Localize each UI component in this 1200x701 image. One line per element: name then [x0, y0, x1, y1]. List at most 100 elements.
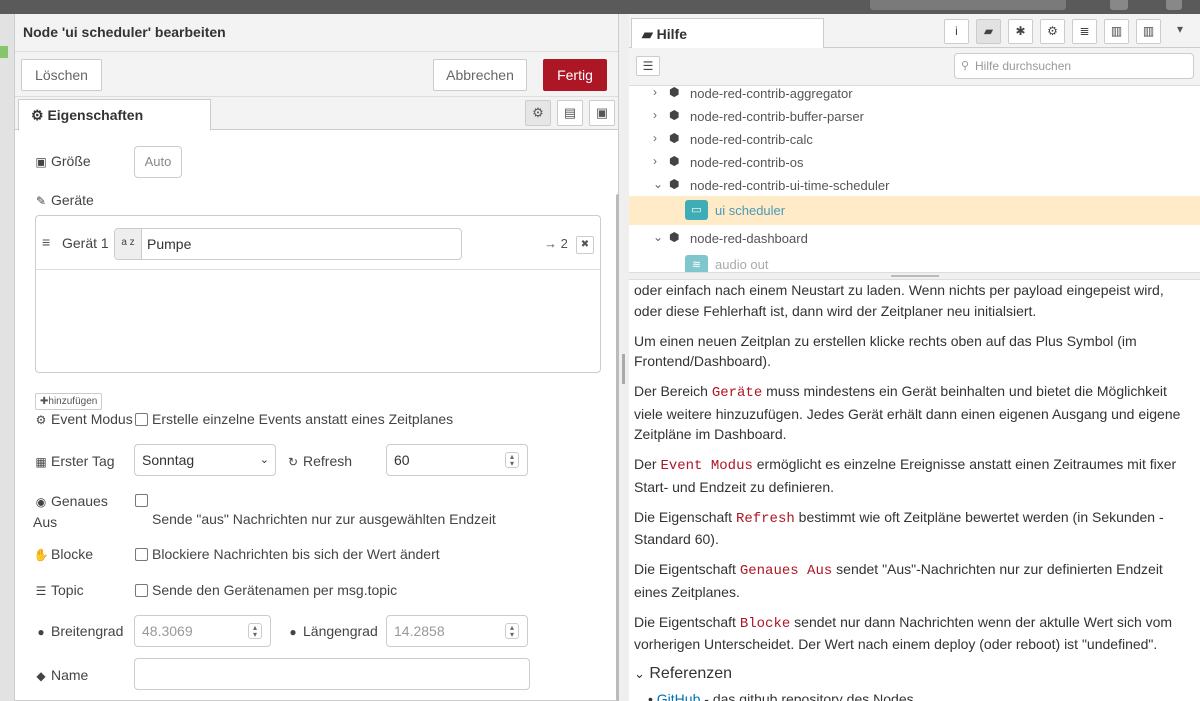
code-term: Blocke — [739, 615, 791, 632]
help-paragraph: Um einen neuen Zeitplan zu erstellen kli… — [634, 332, 1137, 370]
tasks-icon: ☰ — [35, 584, 47, 598]
top-bar-icon — [1166, 0, 1182, 10]
latitude-label: ● Breitengrad — [33, 623, 123, 639]
help-search-placeholder: Hilfe durchsuchen — [975, 59, 1072, 73]
calendar-icon: ▭ — [685, 200, 708, 220]
name-input[interactable] — [134, 658, 530, 690]
chevron-down-icon: ⌄ — [259, 454, 269, 466]
done-button[interactable]: Fertig — [543, 59, 607, 91]
audio-icon: ≋ — [685, 255, 708, 272]
add-device-button[interactable]: ✚hinzufügen — [35, 393, 103, 410]
github-link[interactable]: GitHub — [657, 691, 701, 701]
database-icon[interactable]: ≣ — [1072, 19, 1097, 44]
workspace-edge — [0, 14, 14, 701]
document-icon[interactable]: ▤ — [557, 100, 583, 126]
device-label: Gerät 1 — [62, 235, 109, 251]
block-checkbox[interactable] — [135, 548, 148, 561]
tree-item-label: node-red-contrib-buffer-parser — [690, 109, 864, 124]
name-label: ◆ Name — [33, 667, 88, 683]
chart-icon[interactable]: ▥ — [1104, 19, 1129, 44]
chevron-down-icon: ⌄ — [653, 177, 664, 191]
chevron-right-icon: › — [653, 108, 657, 122]
tree-item[interactable]: › ⬢ node-red-contrib-aggregator — [629, 86, 1200, 106]
refresh-icon: ↻ — [287, 455, 299, 469]
properties-form: ▣ Größe Auto ✎ Geräte ≡ Gerät 1 Pumpe a z … — [15, 131, 618, 701]
tag-icon: ◆ — [36, 669, 46, 683]
first-day-select[interactable]: Sonntag ⌄ — [134, 444, 276, 476]
chevron-down-icon: ⌄ — [653, 230, 664, 244]
block-option[interactable]: Blockiere Nachrichten bis sich der Wert … — [135, 546, 440, 562]
hand-icon: ✋ — [33, 548, 49, 562]
search-icon: ⚲ — [961, 60, 970, 72]
tray-title: Node 'ui scheduler' bearbeiten — [15, 14, 618, 52]
topic-option[interactable]: Sende den Gerätenamen per msg.topic — [135, 582, 397, 598]
type-az-icon[interactable]: a z — [115, 229, 142, 259]
longitude-input[interactable]: 14.2858 ▴ ▾ — [386, 615, 528, 647]
event-mode-option[interactable]: Erstelle einzelne Events anstatt eines Z… — [135, 411, 453, 427]
delete-button[interactable]: Löschen — [21, 59, 102, 91]
help-search-input[interactable]: ⚲ Hilfe durchsuchen — [954, 53, 1194, 79]
drag-handle-icon[interactable]: ≡ — [42, 234, 50, 250]
spinner-icon[interactable]: ▴ ▾ — [505, 452, 519, 468]
tab-help[interactable]: ▰ Hilfe — [631, 18, 824, 49]
tray-toolbar: Löschen Abbrechen Fertig — [15, 52, 618, 97]
spinner-icon[interactable]: ▴ ▾ — [505, 623, 519, 639]
list-icon[interactable]: ☰ — [636, 56, 660, 76]
device-name-input[interactable]: Pumpe — [114, 228, 462, 260]
code-term: Geräte — [711, 385, 763, 401]
sidebar-resize-handle[interactable] — [619, 14, 629, 701]
package-icon: ⬢ — [669, 177, 680, 191]
tree-item[interactable]: › ⬢ node-red-contrib-buffer-parser — [629, 106, 1200, 129]
exact-off-text: Sende "aus" Nachrichten nur zur ausgewäh… — [152, 511, 496, 527]
event-mode-checkbox[interactable] — [135, 413, 148, 426]
tree-item[interactable]: ≋ audio out — [629, 251, 1200, 272]
top-bar-tab — [870, 0, 1066, 10]
help-splitter[interactable] — [629, 272, 1200, 280]
top-bar-icon — [1110, 0, 1128, 10]
tree-item[interactable]: › ⬢ node-red-contrib-os — [629, 152, 1200, 175]
spinner-icon[interactable]: ▴ ▾ — [248, 623, 262, 639]
tree-item[interactable]: ⌄ ⬢ node-red-contrib-ui-time-scheduler — [629, 175, 1200, 198]
grip — [622, 354, 625, 384]
tree-item-label: node-red-contrib-ui-time-scheduler — [690, 178, 890, 193]
tree-item[interactable]: ⌄ ⬢ node-red-dashboard — [629, 228, 1200, 251]
info-icon[interactable]: i — [944, 19, 969, 44]
bug-icon[interactable]: ✱ — [1008, 19, 1033, 44]
chevron-down-icon[interactable]: ▾ — [1177, 22, 1183, 36]
package-icon: ⬢ — [669, 131, 680, 145]
book-icon[interactable]: ▰ — [976, 19, 1001, 44]
topic-checkbox[interactable] — [135, 584, 148, 597]
tree-item-selected[interactable]: ▭ ui scheduler — [629, 196, 1200, 225]
package-icon: ⬢ — [669, 230, 680, 244]
gear-icon[interactable]: ⚙ — [525, 100, 551, 126]
references-list: • GitHub - das github repository des Nod… — [634, 689, 1195, 701]
list-item: ≡ Gerät 1 Pumpe a z → 2 ✖ — [36, 216, 600, 270]
latitude-input[interactable]: 48.3069 ▴ ▾ — [134, 615, 271, 647]
event-icon: ⚙ — [35, 413, 47, 427]
calendar-icon: ▦ — [35, 455, 47, 469]
refresh-input[interactable]: 60 ▴ ▾ — [386, 444, 528, 476]
tab-properties[interactable]: ⚙ Eigenschaften — [18, 99, 211, 131]
code-term: Refresh — [735, 510, 795, 527]
sidebar: ▰ Hilfe i ▰ ✱ ⚙ ≣ ▥ ▥ ▾ ☰ ⚲ Hilfe durchsu… — [629, 14, 1200, 701]
exact-off-label: ◉ Genaues Aus — [33, 493, 108, 530]
device-output: → 2 — [544, 236, 568, 251]
reference-text: - das github repository des Nodes — [700, 690, 914, 701]
cancel-button[interactable]: Abbrechen — [433, 59, 527, 91]
help-content: oder einfach nach einem Neustart zu lade… — [629, 280, 1200, 701]
longitude-value: 14.2858 — [394, 623, 445, 639]
top-bar — [0, 0, 1200, 14]
chart-icon[interactable]: ▥ — [1136, 19, 1161, 44]
gear-icon[interactable]: ⚙ — [1040, 19, 1065, 44]
code-term: Event Modus — [660, 458, 753, 474]
size-icon: ▣ — [35, 155, 47, 169]
references-heading[interactable]: ⌄ Referenzen — [634, 664, 1195, 685]
tree-item[interactable]: › ⬢ node-red-contrib-calc — [629, 129, 1200, 152]
size-button[interactable]: Auto — [134, 146, 182, 178]
help-paragraph: Die Eigenschaft Refresh bestimmt wie oft… — [634, 508, 1164, 548]
sidebar-header: ▰ Hilfe i ▰ ✱ ⚙ ≣ ▥ ▥ ▾ — [629, 14, 1200, 49]
appearance-icon[interactable]: ▣ — [589, 100, 615, 126]
longitude-label: ● Längengrad — [285, 623, 377, 639]
exact-off-checkbox[interactable] — [135, 494, 148, 507]
remove-icon[interactable]: ✖ — [576, 236, 594, 254]
